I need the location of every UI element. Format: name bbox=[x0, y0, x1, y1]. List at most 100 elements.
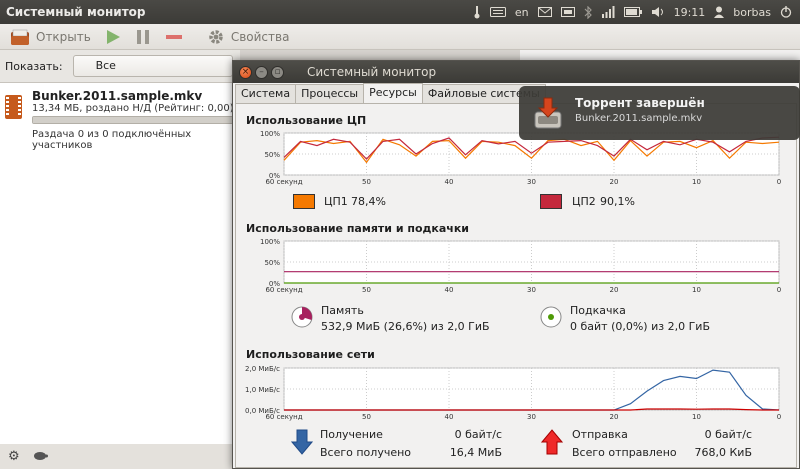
battery-icon[interactable] bbox=[623, 7, 642, 17]
remove-button[interactable] bbox=[161, 29, 187, 45]
keyboard-icon[interactable] bbox=[489, 7, 506, 17]
keyboard-layout-indicator[interactable]: en bbox=[515, 6, 529, 19]
torrent-status: Раздача 0 из 0 подключённых участников bbox=[32, 129, 192, 151]
network-chart: 2,0 МиБ/с1,0 МиБ/с0,0 МиБ/с60 секунд 50 40… bbox=[245, 365, 781, 421]
torrent-progress-bar bbox=[32, 116, 240, 124]
filter-select[interactable]: Все bbox=[72, 55, 233, 77]
memory-pie-icon[interactable] bbox=[291, 306, 313, 328]
notification-body: Bunker.2011.sample.mkv bbox=[575, 113, 703, 124]
x-tick-label: 20 bbox=[610, 178, 619, 186]
minimize-icon[interactable]: – bbox=[255, 65, 268, 79]
x-tick-label: 50 bbox=[362, 413, 371, 421]
cpu2-value: 90,1% bbox=[600, 195, 635, 208]
receive-total-label: Всего получено bbox=[320, 446, 412, 459]
x-tick-label: 10 bbox=[692, 286, 701, 294]
open-torrent-icon bbox=[11, 29, 29, 45]
arrow-down-icon bbox=[291, 429, 313, 455]
cpu-section-title: Использование ЦП bbox=[246, 114, 367, 127]
power-icon[interactable] bbox=[780, 6, 792, 18]
memory-section-title: Использование памяти и подкачки bbox=[246, 222, 470, 235]
remove-icon bbox=[165, 34, 182, 39]
torrent-list: Bunker.2011.sample.mkv 13,34 МБ, роздано… bbox=[0, 82, 240, 444]
cpu1-color-swatch[interactable] bbox=[293, 194, 315, 209]
y-tick-label: 2,0 МиБ/с bbox=[245, 365, 280, 373]
torrent-info: 13,34 МБ, роздано Н/Д (Рейтинг: 0,00) bbox=[32, 103, 234, 114]
cpu1-label: ЦП1 bbox=[324, 195, 348, 208]
volume-icon[interactable] bbox=[651, 6, 665, 18]
x-tick-label: 30 bbox=[527, 178, 536, 186]
x-tick-label: 40 bbox=[445, 178, 454, 186]
send-rate: 0 байт/с bbox=[704, 428, 752, 441]
x-tick-label: 40 bbox=[445, 413, 454, 421]
torrent-name: Bunker.2011.sample.mkv bbox=[32, 89, 203, 103]
cpu1-value: 78,4% bbox=[351, 195, 386, 208]
pause-button[interactable] bbox=[131, 29, 155, 45]
thermometer-icon[interactable] bbox=[473, 5, 481, 19]
x-tick-label: 30 bbox=[527, 413, 536, 421]
clock[interactable]: 19:11 bbox=[674, 6, 706, 19]
swap-value: 0 байт (0,0%) из 2,0 ГиБ bbox=[570, 320, 710, 333]
torrent-statusbar: ⚙ bbox=[0, 444, 240, 469]
network-signal-icon[interactable] bbox=[601, 6, 615, 18]
resources-panel: Использование ЦП 100% 50% 0% 60 секунд 50 40 3… bbox=[235, 103, 797, 468]
receive-label: Получение bbox=[320, 428, 383, 441]
turtle-icon[interactable] bbox=[32, 449, 48, 464]
send-label: Отправка bbox=[572, 428, 628, 441]
pause-icon bbox=[136, 29, 149, 44]
list-item[interactable]: Bunker.2011.sample.mkv 13,34 МБ, роздано… bbox=[0, 87, 240, 151]
x-tick-label: 10 bbox=[692, 413, 701, 421]
window-title: Системный монитор bbox=[307, 65, 437, 79]
notification-title: Торрент завершён bbox=[575, 96, 705, 110]
send-total: 768,0 КиБ bbox=[694, 446, 753, 459]
y-tick-label: 100% bbox=[260, 238, 280, 246]
y-tick-label: 1,0 МиБ/с bbox=[245, 386, 280, 394]
x-tick-label: 0 bbox=[777, 286, 781, 294]
x-tick-label: 10 bbox=[692, 178, 701, 186]
tab-processes[interactable]: Процессы bbox=[295, 84, 365, 103]
maximize-icon[interactable]: ▫ bbox=[271, 65, 284, 79]
close-icon[interactable]: × bbox=[239, 65, 252, 79]
user-icon bbox=[714, 6, 725, 18]
torrent-toolbar: Открыть Свойства bbox=[0, 24, 800, 50]
envelope-indicator-icon[interactable] bbox=[560, 6, 575, 18]
swap-label: Подкачка bbox=[570, 304, 626, 317]
y-tick-label: 50% bbox=[264, 259, 280, 267]
filter-bar: Показать: Все bbox=[0, 50, 240, 82]
tab-system[interactable]: Система bbox=[235, 84, 297, 103]
system-tray: en 19:11 borbas bbox=[473, 5, 800, 19]
x-tick-label: 60 секунд bbox=[265, 286, 302, 294]
properties-button[interactable]: Свойства bbox=[203, 28, 294, 46]
x-tick-label: 50 bbox=[362, 178, 371, 186]
properties-button-label: Свойства bbox=[230, 29, 290, 44]
cpu2-color-swatch[interactable] bbox=[540, 194, 562, 209]
x-tick-label: 0 bbox=[777, 178, 781, 186]
x-tick-label: 0 bbox=[777, 413, 781, 421]
mail-icon[interactable] bbox=[537, 7, 552, 17]
start-button[interactable] bbox=[101, 29, 125, 45]
torrent-download-icon bbox=[534, 97, 562, 129]
window-titlebar[interactable]: × – ▫ Системный монитор bbox=[233, 61, 799, 83]
cpu2-label: ЦП2 bbox=[572, 195, 596, 208]
tab-resources[interactable]: Ресурсы bbox=[363, 83, 423, 103]
active-app-title: Системный монитор bbox=[6, 5, 146, 19]
network-section-title: Использование сети bbox=[246, 348, 375, 361]
top-panel: Системный монитор en 19:11 borbas bbox=[0, 0, 800, 24]
play-icon bbox=[106, 29, 120, 44]
receive-rate: 0 байт/с bbox=[454, 428, 502, 441]
torrent-progress-fill bbox=[33, 117, 239, 123]
receive-total: 16,4 МиБ bbox=[449, 446, 502, 459]
x-tick-label: 20 bbox=[610, 413, 619, 421]
x-tick-label: 60 секунд bbox=[265, 178, 302, 186]
user-name[interactable]: borbas bbox=[733, 6, 771, 19]
x-tick-label: 30 bbox=[527, 286, 536, 294]
memory-label: Память bbox=[321, 304, 364, 317]
filter-label: Показать: bbox=[5, 59, 63, 73]
arrow-up-icon bbox=[541, 429, 563, 455]
x-tick-label: 60 секунд bbox=[265, 413, 302, 421]
swap-pie-icon[interactable] bbox=[540, 306, 562, 328]
preferences-icon[interactable]: ⚙ bbox=[8, 449, 20, 464]
x-tick-label: 50 bbox=[362, 286, 371, 294]
open-button[interactable]: Открыть bbox=[6, 28, 95, 46]
y-tick-label: 50% bbox=[264, 151, 280, 159]
bluetooth-icon[interactable] bbox=[584, 5, 592, 19]
